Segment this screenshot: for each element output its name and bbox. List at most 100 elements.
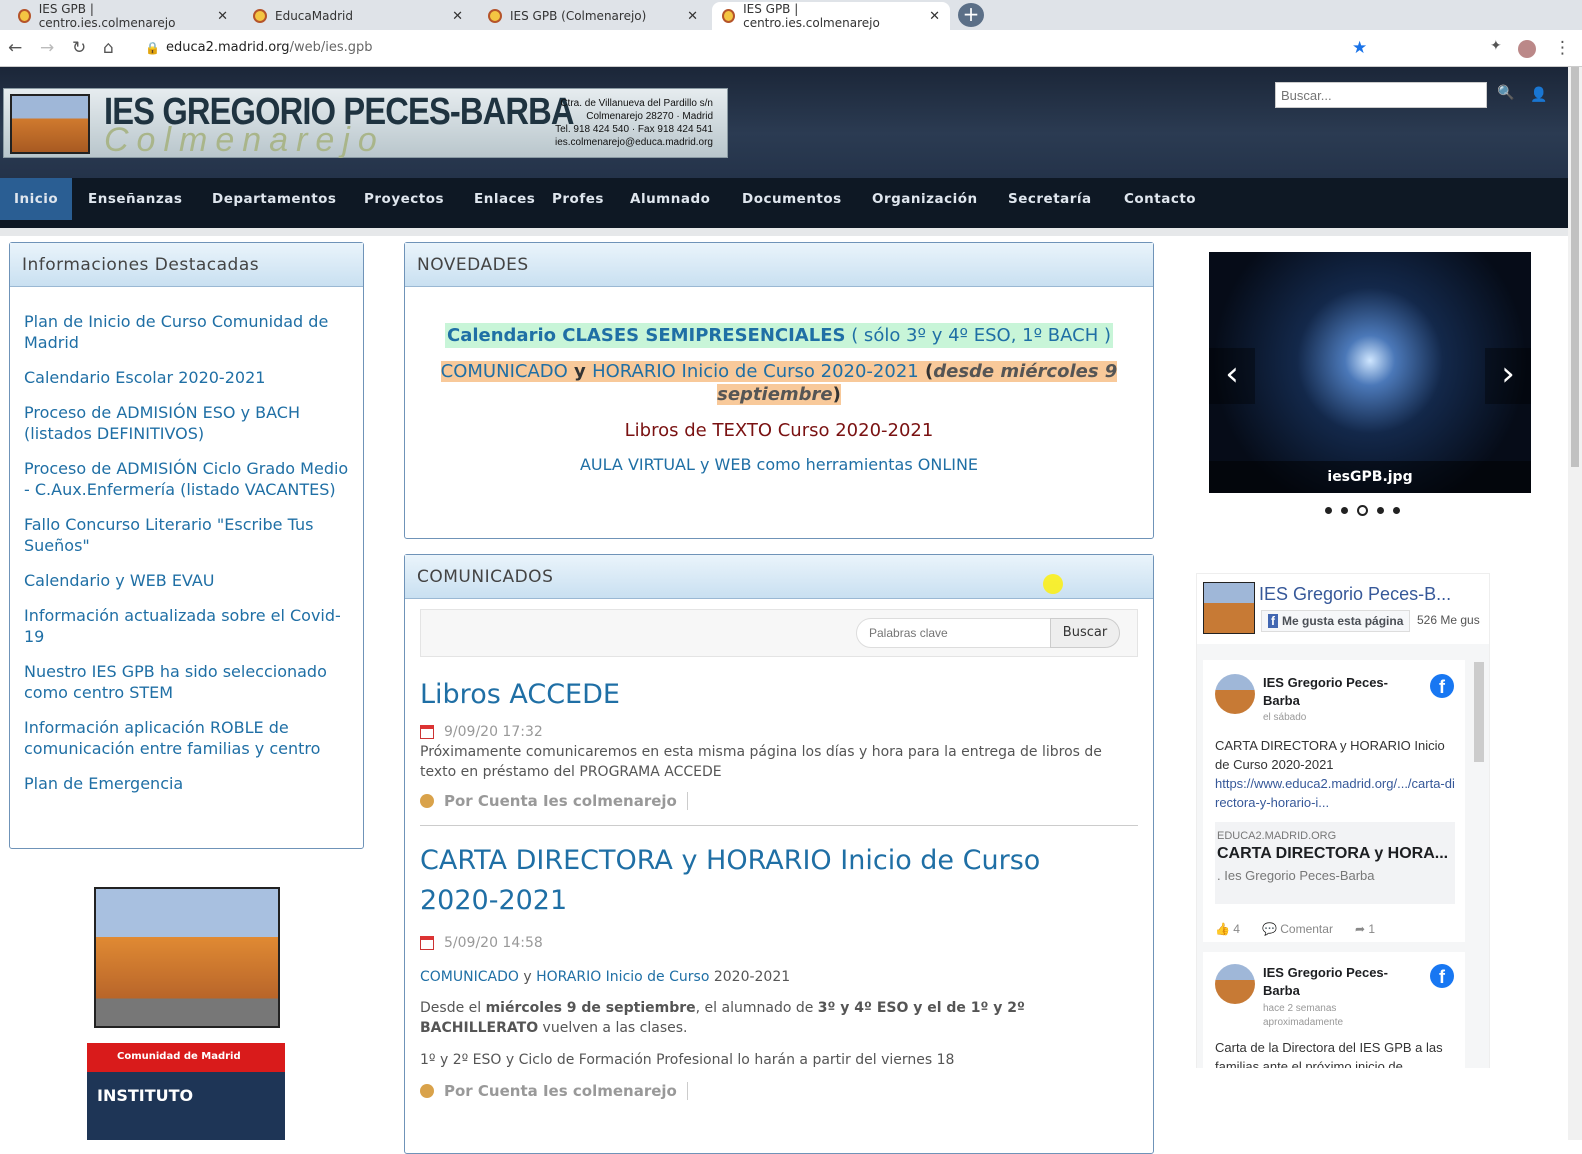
school-logo-banner[interactable]: IES GREGORIO PECES-BARBA Colmenarejo Ctr… <box>3 88 728 159</box>
featured-info-panel: Informaciones Destacadas Plan de Inicio … <box>9 242 364 849</box>
nav-item[interactable]: Secretaría <box>994 178 1106 220</box>
panel-title: COMUNICADOS <box>405 555 1153 599</box>
reload-icon[interactable]: ↻ <box>72 38 86 58</box>
facebook-page-name[interactable]: IES Gregorio Peces-B... <box>1259 584 1451 605</box>
facebook-post: IES Gregorio Peces-Barba hace 2 semanas … <box>1203 952 1465 1068</box>
calendar-icon <box>420 936 434 950</box>
post-author[interactable]: Por Cuenta Ies colmenarejo <box>444 792 688 810</box>
browser-tab-bar: IES GPB | centro.ies.colmenarejo ✕ EducaM… <box>0 0 1582 30</box>
carousel-dot[interactable] <box>1357 505 1368 516</box>
post-link[interactable]: https://www.educa2.madrid.org/.../carta-… <box>1215 774 1455 812</box>
favicon-icon <box>722 9 736 23</box>
nav-item[interactable]: Contacto <box>1110 178 1210 220</box>
profile-avatar[interactable] <box>1518 40 1536 58</box>
featured-link[interactable]: Proceso de ADMISIÓN Ciclo Grado Medio - … <box>24 458 349 500</box>
like-action[interactable]: 👍 4 <box>1215 922 1240 936</box>
featured-link[interactable]: Fallo Concurso Literario "Escribe Tus Su… <box>24 514 349 556</box>
cursor-highlight <box>1043 574 1063 594</box>
close-tab-icon[interactable]: ✕ <box>929 9 940 24</box>
facebook-icon[interactable]: f <box>1430 674 1454 698</box>
forward-icon[interactable]: → <box>40 38 54 58</box>
facebook-page-avatar[interactable] <box>1203 582 1255 634</box>
post-avatar <box>1215 964 1255 1004</box>
facebook-like-count: 526 Me gus <box>1417 613 1480 627</box>
comunidad-madrid-banner[interactable]: Comunidad de Madrid INSTITUTO <box>87 1043 285 1140</box>
featured-link[interactable]: Nuestro IES GPB ha sido seleccionado com… <box>24 661 349 703</box>
nav-item[interactable]: Profes <box>538 178 618 220</box>
feed-scrollbar[interactable] <box>1474 648 1484 1064</box>
search-button[interactable]: Buscar <box>1050 618 1120 648</box>
novedades-panel: NOVEDADES Calendario CLASES SEMIPRESENCI… <box>404 242 1154 539</box>
browser-tab-active[interactable]: IES GPB | centro.ies.colmenarejo ✕ <box>712 2 950 30</box>
bookmark-star-icon[interactable]: ★ <box>1352 38 1367 58</box>
post-links: COMUNICADO y HORARIO Inicio de Curso 202… <box>420 969 791 985</box>
user-icon[interactable]: 👤 <box>1530 87 1547 103</box>
featured-link[interactable]: Plan de Inicio de Curso Comunidad de Mad… <box>24 311 349 353</box>
browser-tab[interactable]: IES GPB (Colmenarejo) ✕ <box>478 2 708 30</box>
url-input[interactable]: educa2.madrid.org/web/ies.gpb <box>166 40 372 55</box>
browser-tab[interactable]: IES GPB | centro.ies.colmenarejo ✕ <box>8 2 238 30</box>
featured-link[interactable]: Información actualizada sobre el Covid-1… <box>24 605 349 647</box>
carousel-dot[interactable] <box>1325 507 1332 514</box>
favicon-icon <box>253 9 267 23</box>
facebook-icon[interactable]: f <box>1430 964 1454 988</box>
post-title[interactable]: Libros ACCEDE <box>420 679 1138 710</box>
carousel-dot[interactable] <box>1341 507 1348 514</box>
post-body: Desde el miércoles 9 de septiembre, el a… <box>420 1000 1025 1036</box>
favicon-icon <box>488 9 502 23</box>
address-bar: ← → ↻ ⌂ 🔒 educa2.madrid.org/web/ies.gpb … <box>0 30 1582 67</box>
site-search-input[interactable] <box>1275 82 1487 108</box>
link-preview-card[interactable]: EDUCA2.MADRID.ORG CARTA DIRECTORA y HORA… <box>1215 822 1455 904</box>
divider <box>420 825 1138 826</box>
school-address: Ctra. de Villanueva del Pardillo s/n Colm… <box>554 98 713 148</box>
favicon-icon <box>18 9 31 23</box>
novedad-semipresenciales[interactable]: Calendario CLASES SEMIPRESENCIALES ( sól… <box>425 323 1133 348</box>
close-tab-icon[interactable]: ✕ <box>217 9 228 24</box>
facebook-like-button[interactable]: f Me gusta esta página <box>1261 610 1411 632</box>
page-scrollbar[interactable] <box>1568 67 1582 1140</box>
extensions-icon[interactable]: ✦ <box>1490 38 1502 54</box>
featured-link[interactable]: Calendario Escolar 2020-2021 <box>24 367 349 388</box>
nav-item[interactable]: Enlaces <box>460 178 549 220</box>
carousel-caption: iesGPB.jpg <box>1209 461 1531 493</box>
nav-item[interactable]: Documentos <box>728 178 856 220</box>
nav-item[interactable]: Alumnado <box>616 178 724 220</box>
carousel-indicators <box>1325 505 1400 516</box>
search-icon[interactable]: 🔍 <box>1497 85 1514 101</box>
carousel-dot[interactable] <box>1393 507 1400 514</box>
share-action[interactable]: ➦ 1 <box>1355 922 1375 936</box>
divider <box>0 228 1568 236</box>
novedad-comunicado[interactable]: COMUNICADO y HORARIO Inicio de Curso 202… <box>425 360 1133 406</box>
post-title[interactable]: CARTA DIRECTORA y HORARIO Inicio de Curs… <box>420 841 1138 921</box>
featured-link[interactable]: Calendario y WEB EVAU <box>24 570 349 591</box>
nav-item[interactable]: Organización <box>858 178 992 220</box>
menu-icon[interactable]: ⋮ <box>1554 38 1571 58</box>
carousel-dot[interactable] <box>1377 507 1384 514</box>
carousel-next-icon[interactable]: › <box>1485 348 1531 404</box>
novedad-aula-virtual[interactable]: AULA VIRTUAL y WEB como herramientas ONL… <box>425 455 1133 474</box>
nav-item[interactable]: Enseñanzas <box>74 178 196 220</box>
featured-link[interactable]: Proceso de ADMISIÓN ESO y BACH (listados… <box>24 402 349 444</box>
browser-tab[interactable]: EducaMadrid ✕ <box>243 2 473 30</box>
back-icon[interactable]: ← <box>8 38 22 58</box>
carousel-prev-icon[interactable]: ‹ <box>1209 348 1255 404</box>
new-tab-button[interactable]: + <box>958 3 984 27</box>
comment-action[interactable]: 💬 Comentar <box>1262 922 1333 936</box>
nav-item[interactable]: Proyectos <box>350 178 458 220</box>
post-author[interactable]: Por Cuenta Ies colmenarejo <box>444 1082 688 1100</box>
calendar-icon <box>420 725 434 739</box>
featured-link[interactable]: Plan de Emergencia <box>24 773 349 794</box>
facebook-feed: IES Gregorio Peces-Barba el sábado f CAR… <box>1197 644 1489 1068</box>
main-nav: Inicio Enseñanzas Departamentos Proyectos En… <box>0 178 1568 228</box>
home-icon[interactable]: ⌂ <box>103 38 114 58</box>
nav-item[interactable]: Departamentos <box>198 178 350 220</box>
novedad-libros[interactable]: Libros de TEXTO Curso 2020-2021 <box>425 420 1133 441</box>
school-building-image <box>10 94 90 154</box>
nav-item[interactable]: Inicio <box>0 178 73 220</box>
close-tab-icon[interactable]: ✕ <box>687 9 698 24</box>
image-carousel: ‹ › iesGPB.jpg <box>1209 252 1531 493</box>
school-illustration[interactable] <box>94 887 280 1028</box>
keyword-input[interactable] <box>856 618 1051 648</box>
close-tab-icon[interactable]: ✕ <box>452 9 463 24</box>
featured-link[interactable]: Información aplicación ROBLE de comunica… <box>24 717 349 759</box>
